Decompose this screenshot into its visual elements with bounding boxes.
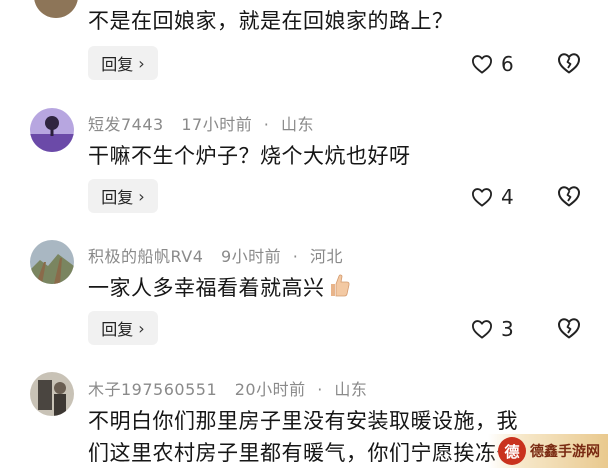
- broken-heart-icon: [558, 53, 580, 74]
- reply-label: 回复: [101, 188, 134, 207]
- chevron-right-icon: ›: [138, 318, 145, 338]
- timestamp: 20小时前: [234, 380, 306, 399]
- like-button[interactable]: 4: [471, 185, 514, 209]
- comment-text-line-1: 不明白你们那里房子里没有安装取暖设施，我: [88, 409, 518, 433]
- meta-separator: ·: [292, 247, 299, 266]
- reply-label: 回复: [101, 55, 134, 74]
- reply-button[interactable]: 回复 ›: [88, 46, 158, 80]
- comment-text: 一家人多幸福看着就高兴: [88, 272, 351, 303]
- avatar[interactable]: [34, 0, 78, 18]
- dislike-button[interactable]: [557, 52, 581, 78]
- timestamp: 17小时前: [181, 115, 253, 134]
- username[interactable]: 积极的船帆RV4: [88, 247, 203, 266]
- like-count: 6: [501, 52, 514, 76]
- watermark: 德 德鑫手游网: [488, 434, 608, 468]
- dislike-button[interactable]: [557, 317, 581, 343]
- chevron-right-icon: ›: [138, 53, 145, 73]
- broken-heart-icon: [558, 186, 580, 207]
- username[interactable]: 短发7443: [88, 115, 164, 134]
- comment-meta: 积极的船帆RV4 9小时前 · 河北: [88, 243, 343, 267]
- dislike-button[interactable]: [557, 185, 581, 211]
- comment-text-content: 一家人多幸福看着就高兴: [88, 276, 325, 300]
- watermark-seal: 德: [498, 437, 526, 465]
- reply-button[interactable]: 回复 ›: [88, 311, 158, 345]
- comment-list: 不是在回娘家，就是在回娘家的路上？ 回复 › 6 短发7443 17小时前 · …: [0, 0, 608, 468]
- avatar[interactable]: [30, 108, 74, 152]
- comment-text: 不是在回娘家，就是在回娘家的路上？: [88, 9, 454, 33]
- location: 山东: [334, 380, 368, 399]
- comment-meta: 木子197560551 20小时前 · 山东: [88, 376, 367, 400]
- heart-outline-icon: [471, 320, 492, 339]
- like-count: 4: [501, 185, 514, 209]
- like-count: 3: [501, 317, 514, 341]
- chevron-right-icon: ›: [138, 186, 145, 206]
- timestamp: 9小时前: [220, 247, 282, 266]
- reply-label: 回复: [101, 320, 134, 339]
- location: 山东: [280, 115, 314, 134]
- avatar[interactable]: [30, 372, 74, 416]
- reply-button[interactable]: 回复 ›: [88, 179, 158, 213]
- comment-meta: 短发7443 17小时前 · 山东: [88, 111, 314, 135]
- heart-outline-icon: [471, 55, 492, 74]
- like-button[interactable]: 6: [471, 52, 514, 76]
- like-button[interactable]: 3: [471, 317, 514, 341]
- username[interactable]: 木子197560551: [88, 380, 217, 399]
- watermark-text: 德鑫手游网: [530, 444, 600, 460]
- meta-separator: ·: [317, 380, 323, 399]
- comment-text: 干嘛不生个炉子？烧个大炕也好呀: [88, 144, 411, 168]
- meta-separator: ·: [263, 115, 270, 134]
- broken-heart-icon: [558, 318, 580, 339]
- avatar[interactable]: [30, 240, 74, 284]
- heart-outline-icon: [471, 188, 492, 207]
- location: 河北: [309, 247, 343, 266]
- thumbs-up-emoji-icon: [327, 272, 351, 303]
- comment-text-line-2: 们这里农村房子里都有暖气，你们宁愿挨冻也: [88, 441, 518, 465]
